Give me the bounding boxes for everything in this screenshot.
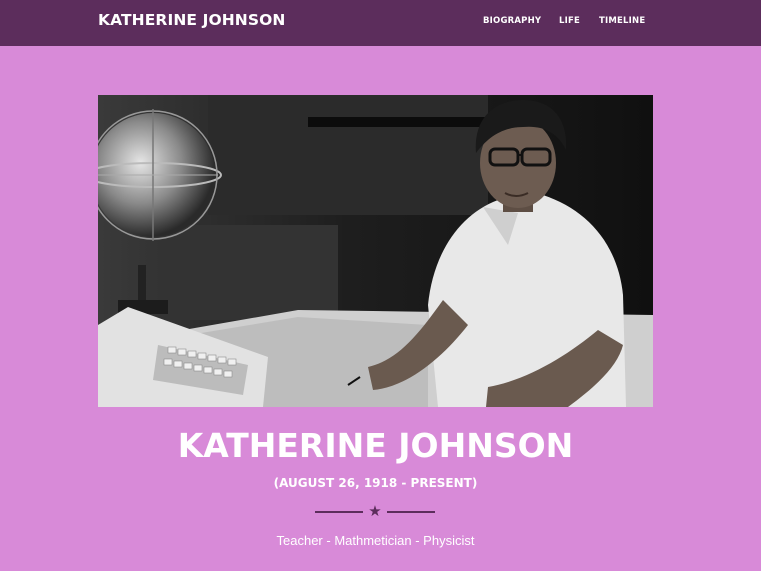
star-icon: ★ bbox=[368, 502, 382, 520]
top-navbar: KATHERINE JOHNSON BIOGRAPHY LIFE TIMELIN… bbox=[0, 0, 761, 46]
hero-dates: (AUGUST 26, 1918 - PRESENT) bbox=[273, 476, 478, 490]
divider-line-left bbox=[315, 511, 363, 513]
portrait-photo bbox=[98, 95, 653, 407]
star-divider: ★ bbox=[315, 502, 435, 521]
brand-link[interactable]: KATHERINE JOHNSON bbox=[98, 11, 286, 29]
nav-link-timeline[interactable]: TIMELINE bbox=[599, 16, 645, 26]
hero-roles: Teacher - Mathmetician - Physicist bbox=[276, 533, 475, 548]
nav-link-biography[interactable]: BIOGRAPHY bbox=[483, 16, 541, 26]
hero-name-heading: KATHERINE JOHNSON bbox=[177, 426, 574, 465]
nav-link-life[interactable]: LIFE bbox=[559, 16, 580, 26]
divider-line-right bbox=[387, 511, 435, 513]
